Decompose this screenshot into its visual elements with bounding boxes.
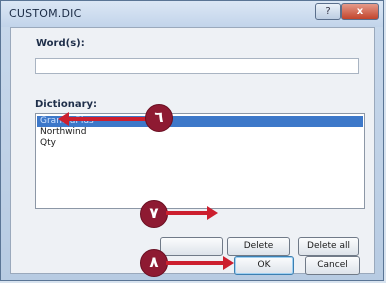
list-item[interactable]: Qty bbox=[37, 138, 363, 149]
dictionary-label: Dictionary: bbox=[35, 99, 98, 110]
dictionary-dialog: CUSTOM.DIC ? x Word(s): Dictionary: Gran… bbox=[0, 0, 384, 281]
close-button[interactable]: x bbox=[341, 3, 379, 20]
arrow-line-step8 bbox=[166, 261, 224, 265]
add-button[interactable] bbox=[160, 237, 223, 256]
callout-step6: ٦ bbox=[145, 104, 173, 132]
help-button[interactable]: ? bbox=[315, 3, 341, 20]
close-icon: x bbox=[356, 6, 364, 17]
title-bar[interactable]: CUSTOM.DIC ? x bbox=[1, 1, 383, 27]
arrow-head-step8 bbox=[223, 256, 234, 270]
arrow-line-step6 bbox=[68, 117, 148, 121]
arrow-head-step7 bbox=[207, 206, 218, 220]
dialog-title: CUSTOM.DIC bbox=[9, 7, 82, 20]
ok-button[interactable]: OK bbox=[234, 256, 294, 275]
cancel-button[interactable]: Cancel bbox=[305, 256, 360, 275]
callout-step7: ٧ bbox=[140, 200, 168, 228]
arrow-line-step7 bbox=[166, 211, 208, 215]
delete-button[interactable]: Delete bbox=[227, 237, 290, 256]
callout-step8: ٨ bbox=[140, 249, 168, 277]
words-input[interactable] bbox=[35, 58, 359, 74]
dialog-body: Word(s): Dictionary: GranolaPlus Northwi… bbox=[10, 27, 375, 275]
list-item[interactable]: Northwind bbox=[37, 127, 363, 138]
help-icon: ? bbox=[325, 6, 331, 17]
dictionary-list[interactable]: GranolaPlus Northwind Qty bbox=[35, 113, 365, 209]
words-label: Word(s): bbox=[36, 38, 85, 49]
delete-all-button[interactable]: Delete all bbox=[298, 237, 359, 256]
